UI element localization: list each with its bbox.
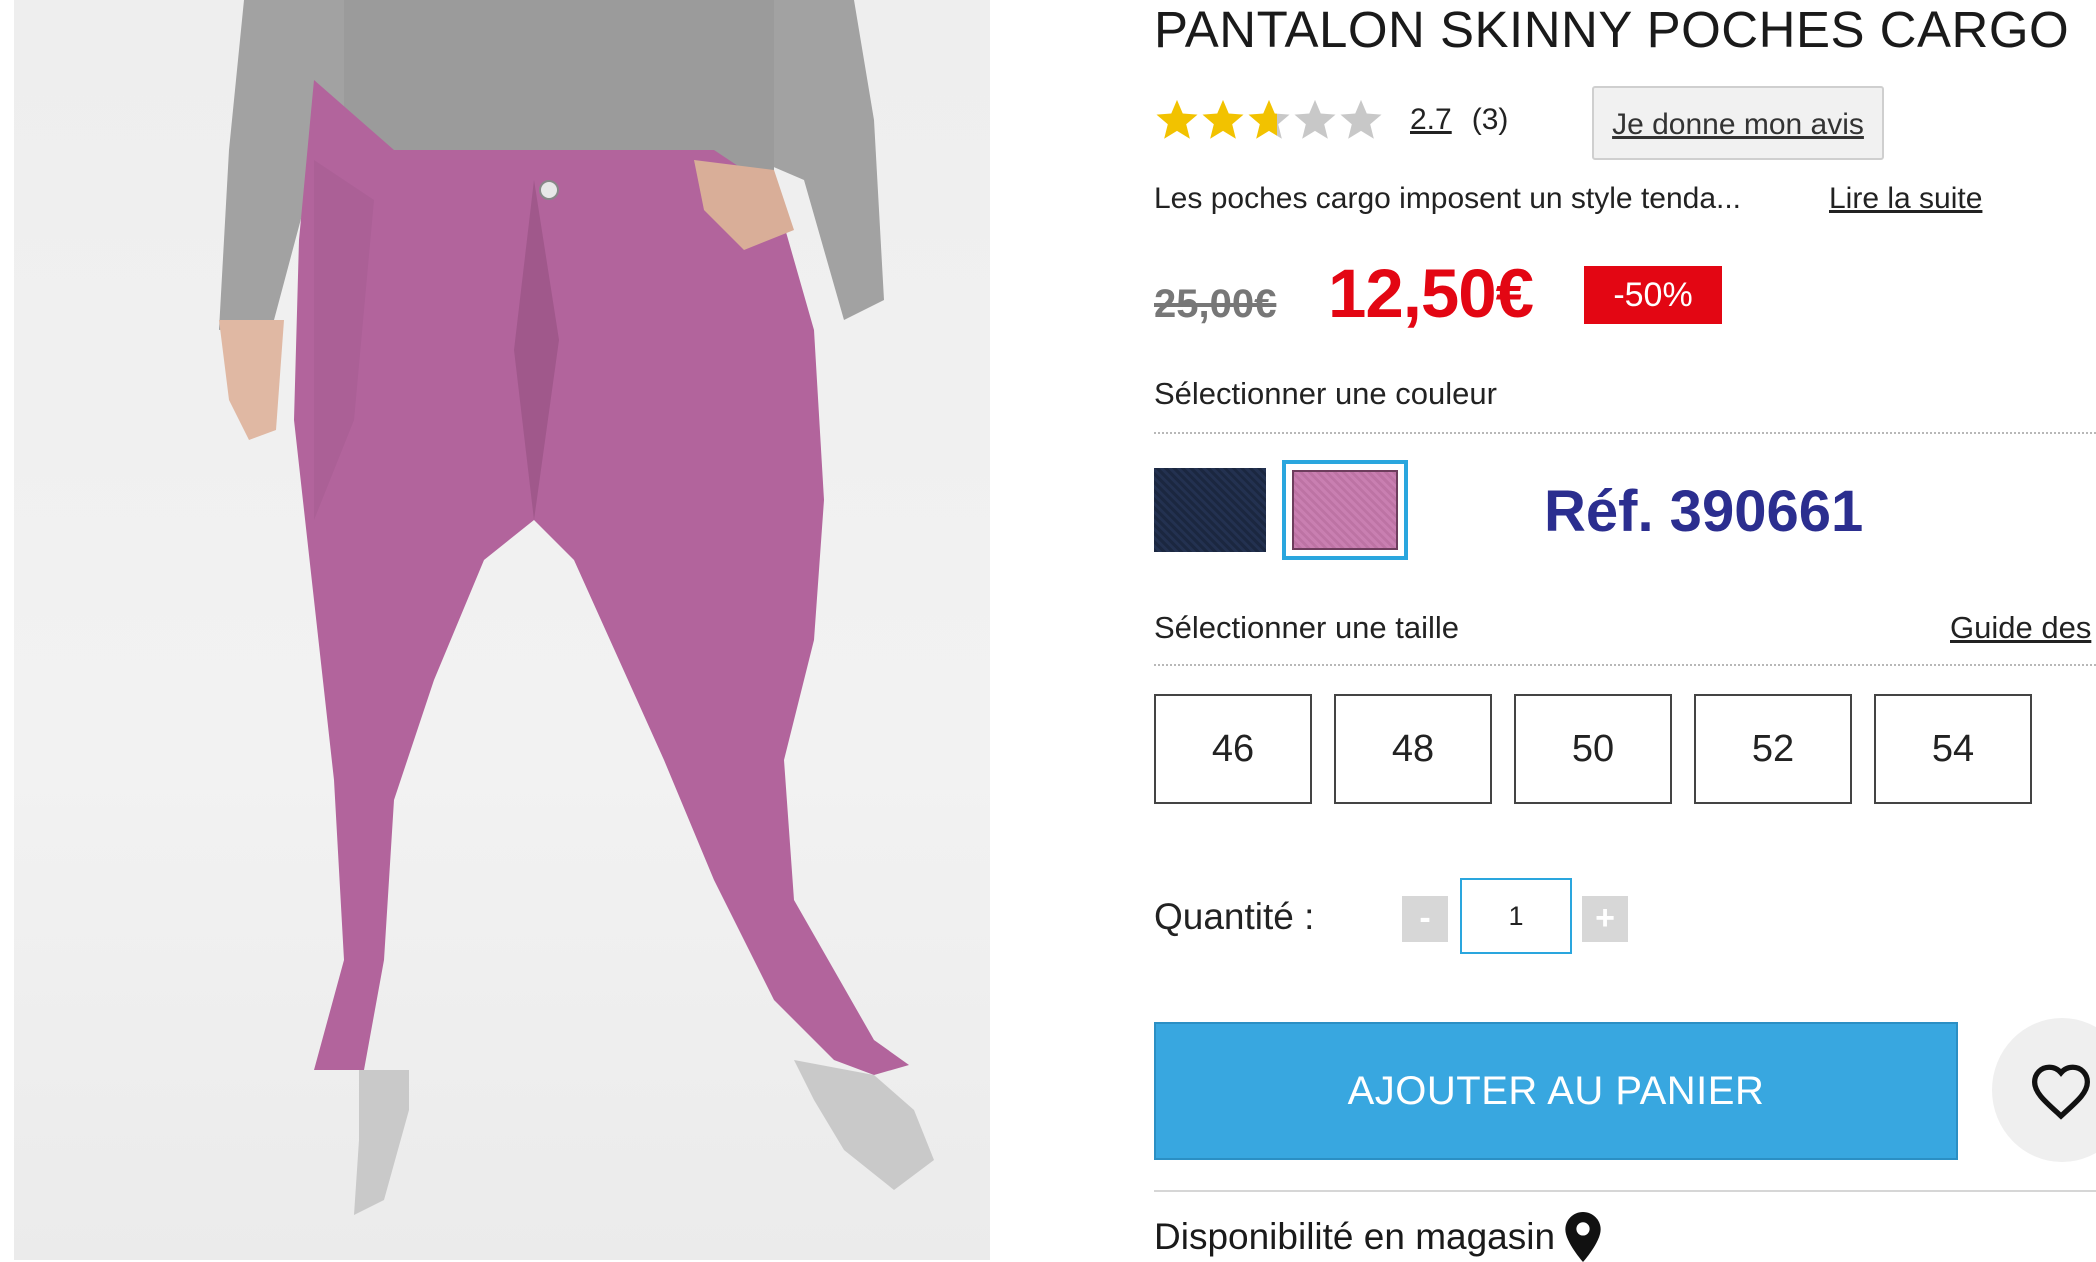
heart-icon — [2031, 1064, 2091, 1120]
quantity-increase-button[interactable]: + — [1582, 896, 1628, 942]
map-pin-icon — [1565, 1212, 1601, 1262]
size-option-48[interactable]: 48 — [1334, 694, 1492, 804]
wishlist-button[interactable] — [1992, 1018, 2096, 1162]
divider — [1154, 1190, 2096, 1192]
availability-label: Disponibilité en magasin — [1154, 1216, 1556, 1257]
color-label: Sélectionner une couleur — [1154, 376, 1497, 411]
quantity-label: Quantité : — [1154, 896, 1315, 937]
color-swatch-navy[interactable] — [1154, 468, 1266, 552]
star-icon — [1202, 99, 1244, 139]
star-icon — [1156, 99, 1198, 139]
size-option-52[interactable]: 52 — [1694, 694, 1852, 804]
add-to-cart-button[interactable]: AJOUTER AU PANIER — [1154, 1022, 1958, 1160]
size-option-46[interactable]: 46 — [1154, 694, 1312, 804]
read-more-link[interactable]: Lire la suite — [1829, 182, 1982, 216]
write-review-button[interactable]: Je donne mon avis — [1592, 86, 1884, 160]
discount-badge: -50% — [1584, 266, 1722, 324]
star-icon — [1340, 99, 1382, 139]
size-option-50[interactable]: 50 — [1514, 694, 1672, 804]
color-swatch-pink[interactable] — [1282, 460, 1408, 560]
quantity-decrease-button[interactable]: - — [1402, 896, 1448, 942]
rating-row: 2.7 (3) — [1154, 92, 1508, 148]
product-reference: Réf. 390661 — [1544, 479, 1864, 544]
rating-stars[interactable] — [1154, 97, 1384, 143]
size-guide-link[interactable]: Guide des — [1950, 610, 2091, 646]
size-label: Sélectionner une taille — [1154, 610, 1460, 645]
product-description: Les poches cargo imposent un style tenda… — [1154, 182, 1742, 215]
old-price: 25,00€ — [1154, 282, 1277, 326]
star-icon — [1294, 99, 1336, 139]
current-price: 12,50€ — [1328, 255, 1534, 332]
star-icon — [1248, 99, 1290, 139]
product-title: PANTALON SKINNY POCHES CARGO — [1154, 1, 2070, 58]
divider — [1154, 432, 2096, 434]
product-details: PANTALON SKINNY POCHES CARGO 2.7 (3) Je … — [1154, 0, 2096, 1262]
divider — [1154, 664, 2096, 666]
size-option-54[interactable]: 54 — [1874, 694, 2032, 804]
rating-value[interactable]: 2.7 — [1410, 103, 1452, 137]
size-options: 46 48 50 52 54 — [1154, 694, 2054, 804]
store-availability-link[interactable]: Disponibilité en magasin — [1154, 1212, 1601, 1262]
quantity-input[interactable] — [1460, 878, 1572, 954]
rating-count: (3) — [1471, 103, 1509, 136]
color-swatch-pink-fill — [1292, 470, 1398, 550]
product-image[interactable] — [14, 0, 990, 1260]
